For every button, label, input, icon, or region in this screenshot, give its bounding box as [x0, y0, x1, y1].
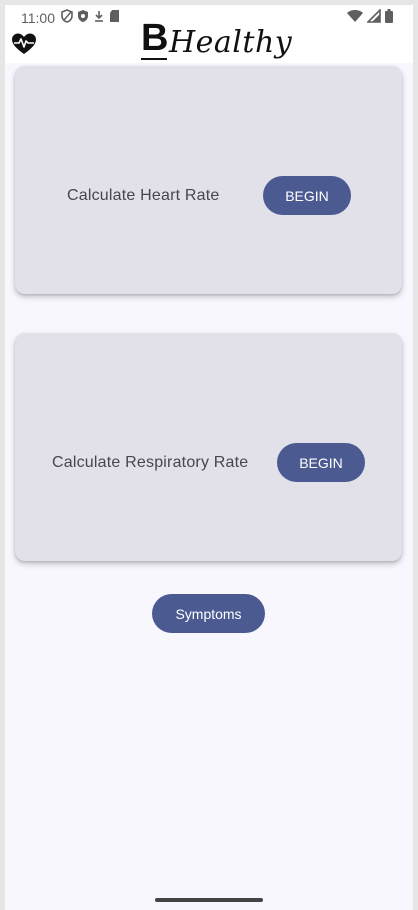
respiratory-rate-label: Calculate Respiratory Rate — [52, 454, 249, 471]
heart-pulse-icon — [12, 33, 36, 54]
status-system-icons — [347, 9, 393, 23]
signal-icon — [367, 9, 381, 23]
status-notification-icons — [61, 9, 120, 23]
logo-letter: B — [141, 17, 169, 59]
heart-rate-card: Calculate Heart Rate BEGIN — [15, 66, 402, 294]
logo-underline — [141, 58, 167, 60]
app-bar: B Healthy — [5, 18, 413, 63]
status-time: 11:00 — [21, 10, 55, 26]
heart-rate-label: Calculate Heart Rate — [67, 187, 220, 204]
shield-icon — [61, 9, 73, 23]
app-screen: 11:00 B Healthy Calculate Heart Rate BEG… — [5, 5, 413, 910]
respiratory-rate-begin-button[interactable]: BEGIN — [277, 443, 365, 482]
battery-icon — [385, 9, 393, 23]
logo-word: Healthy — [169, 25, 293, 60]
respiratory-rate-card: Calculate Respiratory Rate BEGIN — [15, 333, 402, 561]
wifi-icon — [347, 10, 363, 22]
shield-filled-icon — [78, 10, 88, 22]
home-indicator[interactable] — [155, 898, 263, 902]
symptoms-button[interactable]: Symptoms — [152, 594, 265, 633]
app-logo: B Healthy — [141, 12, 293, 72]
sd-card-icon — [110, 10, 119, 22]
heart-rate-begin-button[interactable]: BEGIN — [263, 176, 351, 215]
download-icon — [95, 11, 103, 22]
